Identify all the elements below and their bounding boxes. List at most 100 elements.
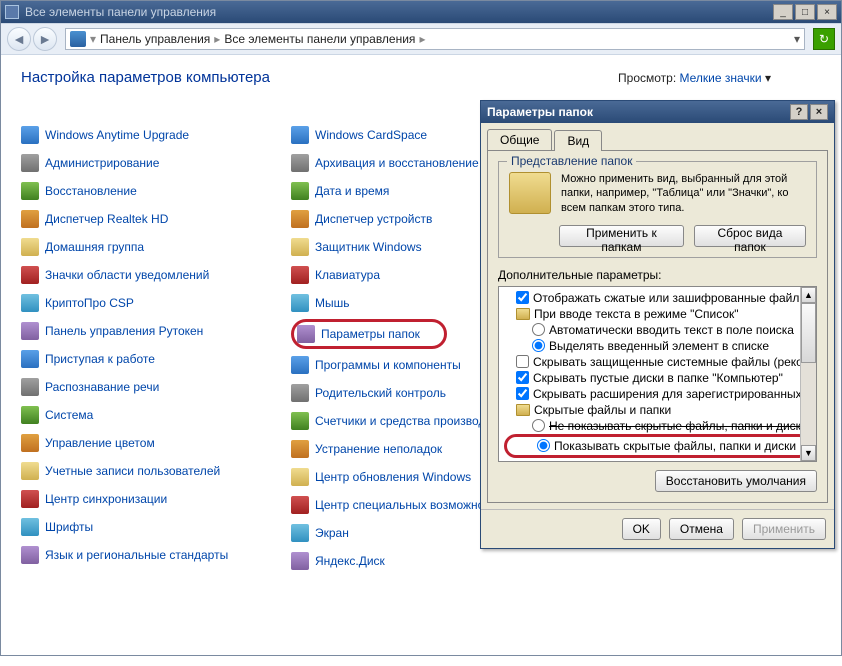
dialog-close-button[interactable]: ×: [810, 104, 828, 120]
tree-scrollbar[interactable]: ▲ ▼: [800, 287, 816, 461]
forward-button[interactable]: ►: [33, 27, 57, 51]
item-label: Защитник Windows: [315, 240, 422, 254]
minimize-button[interactable]: _: [773, 4, 793, 20]
dialog-titlebar[interactable]: Параметры папок ? ×: [481, 101, 834, 123]
tree-item[interactable]: При вводе текста в режиме "Список": [502, 306, 813, 322]
refresh-button[interactable]: ↻: [813, 28, 835, 50]
tree-item-label: Отображать сжатые или зашифрованные файл…: [533, 291, 817, 305]
tree-checkbox[interactable]: [516, 371, 529, 384]
control-panel-item[interactable]: Центр синхронизации: [21, 490, 271, 508]
address-dropdown[interactable]: ▾: [794, 32, 800, 46]
item-icon: [21, 462, 39, 480]
tab-strip: Общие Вид: [481, 123, 834, 150]
control-panel-item[interactable]: Параметры папок: [291, 319, 447, 349]
item-label: Родительский контроль: [315, 386, 446, 400]
control-panel-item[interactable]: Восстановление: [21, 182, 271, 200]
tree-item-label: Скрывать пустые диски в папке "Компьютер…: [533, 371, 783, 385]
item-icon: [21, 266, 39, 284]
control-panel-item[interactable]: Управление цветом: [21, 434, 271, 452]
item-label: Домашняя группа: [45, 240, 144, 254]
folder-icon: [509, 172, 551, 214]
tree-radio[interactable]: [532, 323, 545, 336]
item-icon: [291, 440, 309, 458]
control-panel-item[interactable]: Система: [21, 406, 271, 424]
item-label: Шрифты: [45, 520, 93, 534]
item-icon: [21, 126, 39, 144]
maximize-button[interactable]: □: [795, 4, 815, 20]
item-icon: [291, 468, 309, 486]
item-label: Windows CardSpace: [315, 128, 427, 142]
control-panel-item[interactable]: Значки области уведомлений: [21, 266, 271, 284]
item-label: Центр синхронизации: [45, 492, 167, 506]
item-icon: [297, 325, 315, 343]
control-panel-item[interactable]: Приступая к работе: [21, 350, 271, 368]
control-panel-item[interactable]: КриптоПро CSP: [21, 294, 271, 312]
tab-body: Представление папок Можно применить вид,…: [487, 150, 828, 503]
tree-item-label: Скрывать расширения для зарегистрированн…: [533, 387, 817, 401]
cancel-button[interactable]: Отмена: [669, 518, 734, 540]
control-panel-item[interactable]: Распознавание речи: [21, 378, 271, 396]
tree-item[interactable]: Скрывать пустые диски в папке "Компьютер…: [502, 370, 813, 386]
tree-item[interactable]: Автоматически вводить текст в поле поиск…: [502, 322, 813, 338]
scroll-down-icon[interactable]: ▼: [801, 445, 816, 461]
breadcrumb-root[interactable]: Панель управления: [100, 32, 210, 46]
control-panel-item[interactable]: Домашняя группа: [21, 238, 271, 256]
control-panel-item[interactable]: Windows Anytime Upgrade: [21, 126, 271, 144]
item-label: Дата и время: [315, 184, 389, 198]
restore-defaults-button[interactable]: Восстановить умолчания: [655, 470, 817, 492]
tree-checkbox[interactable]: [516, 387, 529, 400]
item-icon: [291, 412, 309, 430]
group-title: Представление папок: [507, 154, 636, 168]
item-icon: [291, 154, 309, 172]
tab-view[interactable]: Вид: [554, 130, 602, 151]
tree-checkbox[interactable]: [516, 291, 529, 304]
address-bar[interactable]: ▾ Панель управления ▸ Все элементы панел…: [65, 28, 805, 50]
control-panel-item[interactable]: Шрифты: [21, 518, 271, 536]
close-button[interactable]: ×: [817, 4, 837, 20]
item-label: Мышь: [315, 296, 350, 310]
control-panel-item[interactable]: Яндекс.Диск: [291, 552, 541, 570]
item-label: КриптоПро CSP: [45, 296, 134, 310]
control-panel-item[interactable]: Язык и региональные стандарты: [21, 546, 271, 564]
tree-radio[interactable]: [532, 339, 545, 352]
item-label: Значки области уведомлений: [45, 268, 209, 282]
item-label: Параметры папок: [321, 327, 420, 341]
back-button[interactable]: ◄: [7, 27, 31, 51]
control-panel-item[interactable]: Учетные записи пользователей: [21, 462, 271, 480]
apply-to-folders-button[interactable]: Применить к папкам: [559, 225, 684, 247]
help-button[interactable]: ?: [790, 104, 808, 120]
tree-item[interactable]: Не показывать скрытые файлы, папки и дис…: [502, 418, 813, 434]
tree-radio[interactable]: [537, 439, 550, 452]
tree-item[interactable]: Скрывать защищенные системные файлы (рек…: [502, 354, 813, 370]
tree-item[interactable]: Отображать сжатые или зашифрованные файл…: [502, 290, 813, 306]
folder-icon: [516, 308, 530, 320]
ok-button[interactable]: OK: [622, 518, 661, 540]
item-icon: [21, 238, 39, 256]
titlebar[interactable]: Все элементы панели управления _ □ ×: [1, 1, 841, 23]
tab-general[interactable]: Общие: [487, 129, 552, 150]
control-panel-item[interactable]: Администрирование: [21, 154, 271, 172]
tree-item[interactable]: Скрывать расширения для зарегистрированн…: [502, 386, 813, 402]
view-by-link[interactable]: Мелкие значки: [680, 71, 762, 85]
dialog-title: Параметры папок: [487, 105, 788, 119]
tree-radio[interactable]: [532, 419, 545, 432]
reset-folders-button[interactable]: Сброс вида папок: [694, 225, 806, 247]
tree-item[interactable]: Выделять введенный элемент в списке: [502, 338, 813, 354]
advanced-settings-tree[interactable]: Отображать сжатые или зашифрованные файл…: [498, 286, 817, 462]
control-panel-item[interactable]: Диспетчер Realtek HD: [21, 210, 271, 228]
scroll-up-icon[interactable]: ▲: [801, 287, 816, 303]
item-icon: [21, 294, 39, 312]
control-panel-icon: [70, 31, 86, 47]
tree-item[interactable]: Показывать скрытые файлы, папки и диски: [504, 434, 811, 458]
window-title: Все элементы панели управления: [25, 5, 773, 19]
tree-item[interactable]: Скрытые файлы и папки: [502, 402, 813, 418]
items-column-1: Windows Anytime Upgrade Администрирование…: [21, 126, 271, 570]
control-panel-item[interactable]: Панель управления Рутокен: [21, 322, 271, 340]
item-icon: [291, 384, 309, 402]
breadcrumb-current[interactable]: Все элементы панели управления: [224, 32, 415, 46]
item-icon: [21, 490, 39, 508]
tree-checkbox[interactable]: [516, 355, 529, 368]
scroll-thumb[interactable]: [801, 303, 816, 363]
apply-button[interactable]: Применить: [742, 518, 826, 540]
item-icon: [21, 434, 39, 452]
